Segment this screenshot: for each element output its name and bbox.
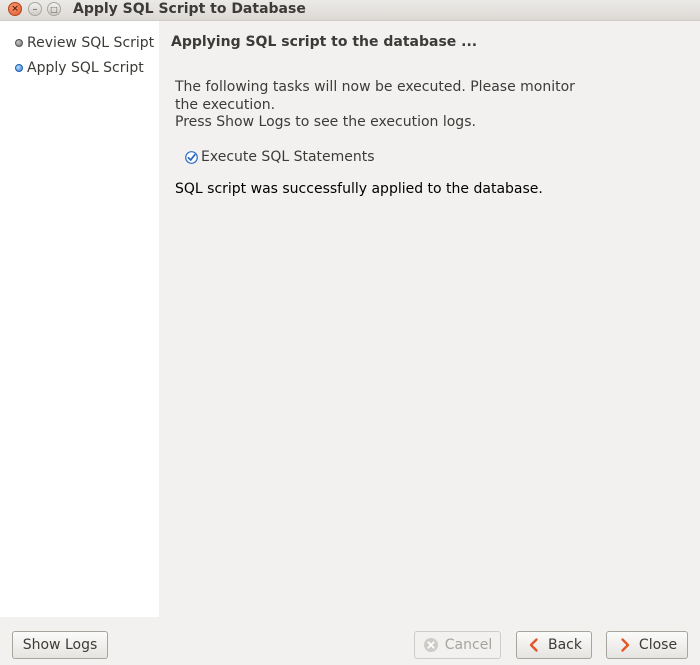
step-done-icon — [15, 39, 23, 47]
sidebar-step-review: Review SQL Script — [14, 33, 154, 53]
description-text: The following tasks will now be executed… — [175, 79, 575, 132]
window-title: Apply SQL Script to Database — [73, 1, 306, 17]
sidebar-step-apply: Apply SQL Script — [14, 58, 144, 78]
sidebar-step-label: Review SQL Script — [27, 35, 155, 51]
window-minimize-icon[interactable]: – — [28, 2, 42, 16]
page-title: Applying SQL script to the database ... — [171, 34, 478, 50]
window-close-icon[interactable]: × — [8, 2, 22, 16]
checkmark-icon — [185, 150, 198, 164]
cancel-button[interactable]: Cancel — [414, 631, 501, 659]
main-content: Applying SQL script to the database ... … — [159, 21, 700, 617]
sidebar-step-label: Apply SQL Script — [27, 60, 144, 76]
cancel-label: Cancel — [444, 637, 493, 653]
status-message: SQL script was successfully applied to t… — [175, 181, 543, 197]
wizard-steps-sidebar: Review SQL Script Apply SQL Script — [0, 21, 159, 617]
apply-sql-dialog: × – □ Apply SQL Script to Database Revie… — [0, 0, 700, 665]
back-button[interactable]: Back — [516, 631, 592, 659]
show-logs-button[interactable]: Show Logs — [12, 631, 108, 659]
chevron-left-icon — [529, 638, 538, 652]
back-label: Back — [548, 637, 582, 653]
close-label: Close — [638, 637, 678, 653]
description-line: the execution. — [175, 96, 276, 113]
task-label: Execute SQL Statements — [201, 149, 375, 165]
task-execute-sql: Execute SQL Statements — [185, 147, 375, 167]
description-line: Press Show Logs to see the execution log… — [175, 114, 476, 130]
window-maximize-icon[interactable]: □ — [47, 2, 61, 16]
title-bar: × – □ Apply SQL Script to Database — [0, 0, 700, 21]
step-current-icon — [15, 64, 23, 72]
close-button[interactable]: Close — [606, 631, 688, 659]
show-logs-label: Show Logs — [22, 637, 98, 653]
cancel-icon — [423, 638, 438, 652]
description-line: The following tasks will now be executed… — [175, 79, 575, 95]
chevron-right-icon — [621, 638, 630, 652]
